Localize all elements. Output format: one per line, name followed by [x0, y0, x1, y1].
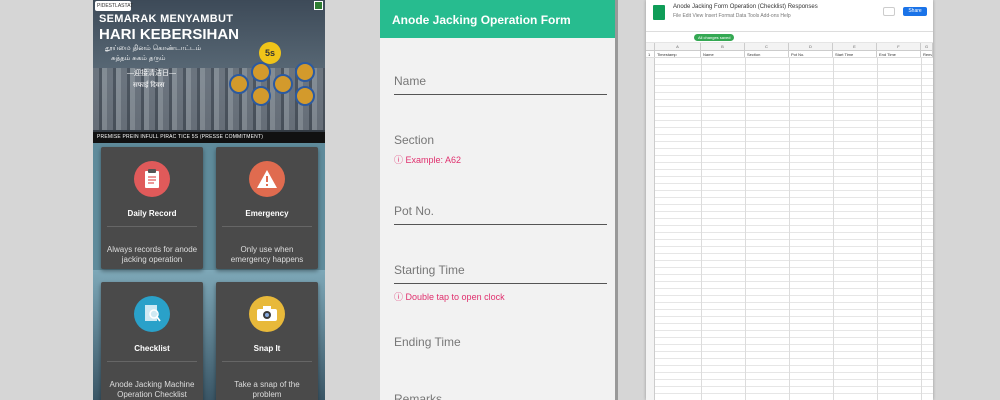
daily-record-card[interactable]: Daily Record Always records for anode ja… [101, 147, 203, 269]
card-title: Checklist [134, 344, 170, 353]
column-gridline [701, 58, 702, 400]
share-button[interactable]: Share [903, 7, 927, 16]
card-divider [107, 226, 197, 227]
data-header-row: 1 Timestamp Name Section Pot No. Start T… [646, 51, 933, 58]
card-description: Always records for anode jacking operati… [106, 245, 198, 264]
ending-time-field[interactable]: Ending Time [394, 335, 607, 349]
field-label: Remarks [394, 392, 443, 400]
banner-tamil-text-2: சுத்தம் சுகம் தரும் [111, 55, 166, 62]
comments-icon[interactable] [883, 7, 895, 16]
banner-chinese-text: —迎接清洁日— [127, 70, 176, 77]
card-title: Snap It [253, 344, 281, 353]
screenshot-canvas: PIDESTLASTAT SEMARAK MENYAMBUT HARI KEBE… [0, 0, 1000, 400]
card-title: Emergency [245, 209, 289, 218]
remarks-field[interactable]: Remarks [394, 392, 607, 400]
banner-photo-collage [229, 58, 319, 110]
header-cell[interactable]: Section [745, 51, 789, 57]
company-logo: PIDESTLASTAT [95, 1, 134, 11]
column-gridline [745, 58, 746, 400]
header-cell[interactable]: Remarks [921, 51, 933, 57]
form-app-bar: Anode Jacking Operation Form [380, 0, 615, 38]
column-gridline [789, 58, 790, 400]
field-hint: ⓘ Example: A62 [394, 155, 462, 165]
banner-headline-1: SEMARAK MENYAMBUT [99, 13, 234, 25]
field-label: Ending Time [394, 335, 461, 349]
camera-icon [249, 296, 285, 332]
column-letter[interactable]: D [789, 43, 833, 50]
field-underline [394, 94, 607, 95]
checklist-card[interactable]: Checklist Anode Jacking Machine Operatio… [101, 282, 203, 400]
column-letter[interactable]: C [745, 43, 789, 50]
promo-banner[interactable]: PIDESTLASTAT SEMARAK MENYAMBUT HARI KEBE… [93, 0, 325, 143]
field-underline [394, 283, 607, 284]
row-number: 1 [646, 51, 655, 57]
column-letter[interactable]: B [701, 43, 745, 50]
column-letter[interactable]: A [655, 43, 701, 50]
column-letter[interactable]: F [877, 43, 921, 50]
sheet-title[interactable]: Anode Jacking Form Operation (Checklist)… [673, 4, 818, 10]
warning-icon [249, 161, 285, 197]
card-title: Daily Record [127, 209, 177, 218]
banner-tamil-text: தூய்மை தினம் கொண்டாட்டம் [105, 45, 202, 52]
spreadsheet-window: Anode Jacking Form Operation (Checklist)… [646, 0, 933, 400]
corner-logo-icon [314, 1, 323, 10]
sheet-menu-bar[interactable]: File Edit View Insert Format Data Tools … [673, 13, 791, 19]
card-divider [222, 361, 312, 362]
field-underline [394, 224, 607, 225]
pot-no-field[interactable]: Pot No. [394, 204, 607, 225]
column-letter[interactable]: G [921, 43, 933, 50]
header-cell[interactable]: Timestamp [655, 51, 701, 57]
clipboard-icon [134, 161, 170, 197]
hint-text: Double tap to open clock [405, 292, 505, 302]
card-description: Only use when emergency happens [230, 245, 304, 264]
emergency-card[interactable]: Emergency Only use when emergency happen… [216, 147, 318, 269]
name-field[interactable]: Name [394, 74, 607, 95]
card-description: Anode Jacking Machine Operation Checklis… [109, 380, 195, 399]
form-screen: Anode Jacking Operation Form Name Sectio… [380, 0, 618, 400]
field-label: Starting Time [394, 263, 465, 277]
column-header-row: A B C D E F G [646, 43, 933, 51]
header-cell[interactable]: End Time [877, 51, 921, 57]
header-cell[interactable]: Start Time [833, 51, 877, 57]
row-number-gutter [646, 58, 655, 400]
card-divider [107, 361, 197, 362]
field-hint: ⓘ Double tap to open clock [394, 292, 505, 302]
hint-text: Example: A62 [405, 155, 462, 165]
field-label: Section [394, 133, 435, 147]
snap-it-card[interactable]: Snap It Take a snap of the problem [216, 282, 318, 400]
card-description: Take a snap of the problem [234, 380, 300, 399]
home-screen: PIDESTLASTAT SEMARAK MENYAMBUT HARI KEBE… [93, 0, 325, 400]
field-label: Pot No. [394, 204, 435, 218]
save-status-badge: All changes saved [694, 34, 735, 41]
card-divider [222, 226, 312, 227]
column-gridline [877, 58, 878, 400]
column-gridline [921, 58, 922, 400]
sheet-toolbar: All changes saved [646, 32, 933, 43]
corner-cell [646, 43, 655, 50]
header-cell[interactable]: Name [701, 51, 745, 57]
sheets-logo-icon [653, 5, 665, 20]
banner-headline-2: HARI KEBERSIHAN [99, 26, 240, 43]
sheet-grid[interactable]: A B C D E F G 1 Timestamp Name Section P… [646, 43, 933, 400]
field-label: Name [394, 74, 427, 88]
banner-footer-text: PREMISE PREIN INFULL PIRAC TICE 5S (PRES… [93, 132, 325, 143]
banner-hindi-text: सफाई दिवस [133, 82, 165, 89]
section-field[interactable]: Section ⓘ Example: A62 [394, 133, 607, 166]
header-cell[interactable]: Pot No. [789, 51, 833, 57]
column-gridline [833, 58, 834, 400]
column-letter[interactable]: E [833, 43, 877, 50]
starting-time-field[interactable]: Starting Time ⓘ Double tap to open clock [394, 263, 607, 303]
checklist-icon [134, 296, 170, 332]
sheet-header: Anode Jacking Form Operation (Checklist)… [646, 0, 933, 32]
